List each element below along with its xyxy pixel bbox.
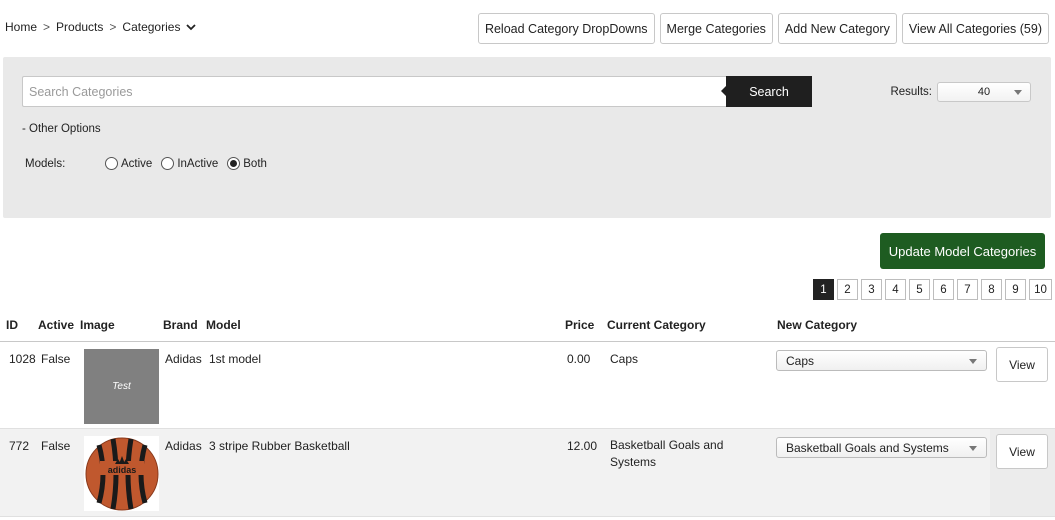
page-button[interactable]: 1	[813, 279, 834, 300]
chevron-down-icon[interactable]	[186, 22, 197, 32]
models-label: Models:	[25, 157, 66, 170]
models-table: ID Active Image Brand Model Price Curren…	[0, 309, 1055, 517]
view-all-categories-button[interactable]: View All Categories (59)	[901, 13, 1049, 44]
product-image[interactable]: Test	[84, 349, 159, 424]
radio-both[interactable]: Both	[227, 157, 267, 170]
radio-inactive[interactable]: InActive	[161, 157, 218, 170]
page-button[interactable]: 6	[933, 279, 954, 300]
table-header: ID Active Image Brand Model Price Curren…	[0, 309, 1055, 342]
page-button[interactable]: 9	[1005, 279, 1026, 300]
cell-current-category: Basketball Goals and Systems	[610, 437, 723, 471]
header-image: Image	[80, 318, 115, 332]
radio-circle-icon[interactable]	[105, 157, 118, 170]
cell-brand: Adidas	[165, 352, 202, 366]
search-button[interactable]: Search	[721, 76, 812, 107]
new-category-value: Basketball Goals and Systems	[786, 440, 949, 455]
cell-active: False	[41, 439, 71, 453]
image-placeholder-text: Test	[112, 381, 131, 392]
header-model[interactable]: Model	[206, 318, 241, 332]
cell-price: 0.00	[567, 352, 591, 366]
merge-categories-button[interactable]: Merge Categories	[659, 13, 773, 44]
cell-model: 3 stripe Rubber Basketball	[209, 439, 350, 453]
cell-id: 772	[9, 439, 30, 453]
radio-inactive-label: InActive	[177, 157, 219, 170]
search-input[interactable]	[22, 76, 726, 107]
product-image[interactable]: adidas	[84, 436, 159, 511]
new-category-select[interactable]: Basketball Goals and Systems	[776, 437, 987, 458]
cell-model: 1st model	[209, 352, 262, 366]
view-button[interactable]: View	[996, 434, 1048, 469]
search-panel: Search Results: 40 - Other Options Model…	[3, 57, 1051, 218]
caret-down-icon	[969, 359, 977, 364]
reload-dropdowns-button[interactable]: Reload Category DropDowns	[477, 13, 655, 44]
results-label: Results:	[890, 86, 932, 98]
results-control: Results: 40	[890, 82, 1031, 102]
breadcrumb-separator: >	[109, 20, 117, 34]
caret-down-icon	[969, 446, 977, 451]
results-value: 40	[977, 86, 991, 98]
new-category-select[interactable]: Caps	[776, 350, 987, 371]
page-button[interactable]: 5	[909, 279, 930, 300]
page-button[interactable]: 8	[981, 279, 1002, 300]
basketball-icon: adidas	[85, 437, 158, 510]
header-id[interactable]: ID	[6, 318, 18, 332]
breadcrumb: Home > Products > Categories	[5, 20, 197, 34]
ball-logo-text: adidas	[107, 465, 136, 475]
breadcrumb-separator: >	[43, 20, 51, 34]
breadcrumb-home[interactable]: Home	[5, 20, 37, 34]
table-row: 772 False adidas Adidas 3 stripe Rubber …	[0, 429, 1055, 517]
radio-both-label: Both	[243, 157, 267, 170]
view-column: View	[990, 342, 1055, 428]
new-category-value: Caps	[786, 353, 815, 368]
update-model-categories-button[interactable]: Update Model Categories	[880, 233, 1045, 269]
pagination: 1 2 3 4 5 6 7 8 9 10	[813, 279, 1052, 300]
current-category-line: Systems	[610, 455, 657, 469]
radio-circle-icon[interactable]	[161, 157, 175, 170]
radio-active[interactable]: Active	[105, 157, 152, 170]
models-filter: Models: Active InActive Both	[25, 157, 276, 170]
add-category-button[interactable]: Add New Category	[777, 13, 897, 44]
page-button[interactable]: 2	[837, 279, 858, 300]
cell-current-category: Caps	[610, 352, 639, 366]
header-price[interactable]: Price	[565, 318, 594, 332]
other-options-toggle[interactable]: - Other Options	[22, 123, 101, 135]
search-bar: Search	[22, 76, 812, 107]
cell-price: 12.00	[567, 439, 598, 453]
breadcrumb-products[interactable]: Products	[56, 20, 103, 34]
page-button[interactable]: 10	[1029, 279, 1052, 300]
cell-active: False	[41, 352, 71, 366]
view-column: View	[990, 429, 1055, 516]
header-active[interactable]: Active	[38, 318, 74, 332]
page-button[interactable]: 4	[885, 279, 906, 300]
cell-brand: Adidas	[165, 439, 202, 453]
current-category-line: Basketball Goals and	[610, 438, 724, 452]
results-select[interactable]: 40	[937, 82, 1031, 102]
radio-checked-icon[interactable]	[227, 157, 241, 170]
header-current-category[interactable]: Current Category	[607, 318, 706, 332]
cell-id: 1028	[9, 352, 36, 366]
breadcrumb-categories[interactable]: Categories	[122, 20, 180, 34]
top-toolbar: Reload Category DropDowns Merge Categori…	[477, 13, 1049, 44]
header-brand[interactable]: Brand	[163, 318, 198, 332]
page-button[interactable]: 7	[957, 279, 978, 300]
table-row: 1028 False Test Adidas 1st model 0.00 Ca…	[0, 342, 1055, 429]
radio-active-label: Active	[121, 157, 153, 170]
header-new-category: New Category	[777, 318, 858, 332]
caret-down-icon	[1014, 90, 1022, 95]
page-button[interactable]: 3	[861, 279, 882, 300]
view-button[interactable]: View	[996, 347, 1048, 382]
